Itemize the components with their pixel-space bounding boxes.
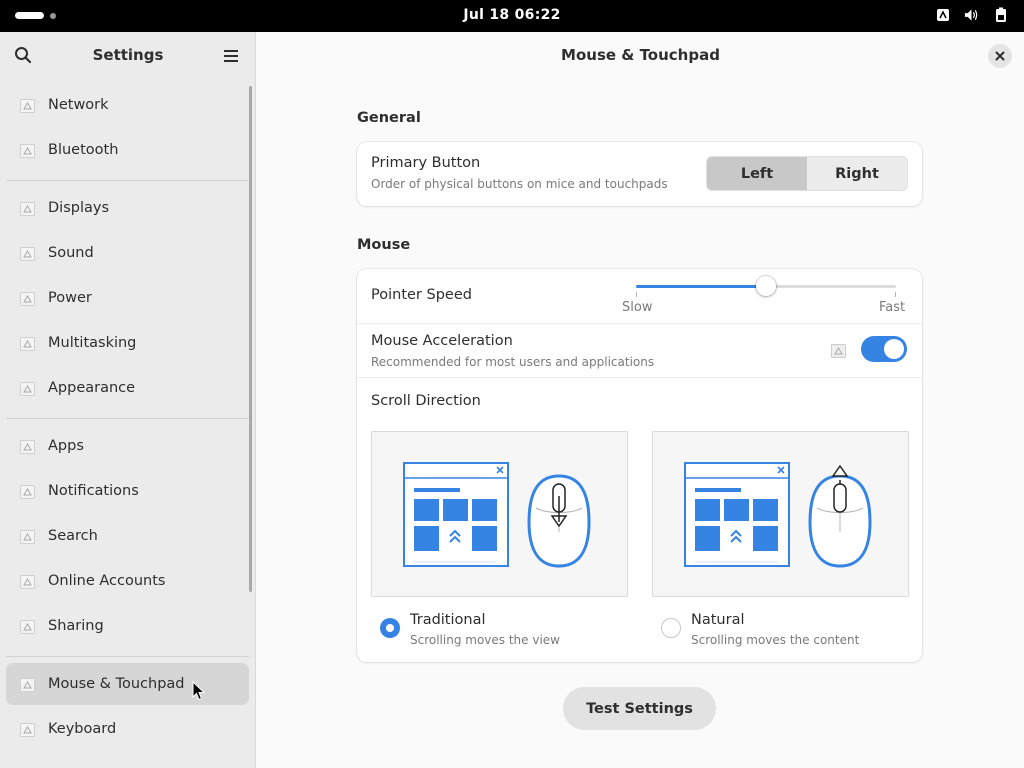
slider-max-label: Fast [879, 300, 906, 315]
sound-icon [20, 246, 35, 261]
general-card: Primary Button Order of physical buttons… [357, 142, 922, 206]
main-panel: Mouse & Touchpad General Primary Button … [257, 32, 1024, 768]
mouse-acceleration-switch[interactable] [861, 336, 907, 362]
sidebar-scrollbar[interactable] [249, 86, 252, 592]
sidebar-item-label: Network [48, 97, 109, 113]
sidebar-item-sharing[interactable]: Sharing [6, 605, 249, 647]
apps-icon [20, 439, 35, 454]
sidebar-item-label: Apps [48, 438, 84, 454]
power-icon [20, 291, 35, 306]
sidebar-item-label: Keyboard [48, 721, 117, 737]
sidebar-item-label: Notifications [48, 483, 139, 499]
info-icon[interactable] [831, 343, 846, 358]
keyboard-icon [20, 722, 35, 737]
pointer-speed-title: Pointer Speed [371, 287, 472, 303]
battery-icon[interactable] [993, 7, 1008, 23]
sidebar-item-online-accounts[interactable]: Online Accounts [6, 560, 249, 602]
accessibility-icon[interactable] [935, 7, 950, 23]
sharing-icon [20, 619, 35, 634]
sidebar-title: Settings [92, 46, 164, 64]
page-title: Mouse & Touchpad [561, 46, 720, 64]
mouse-icon [20, 677, 35, 692]
sidebar-item-notifications[interactable]: Notifications [6, 470, 249, 512]
natural-title: Natural [691, 612, 745, 628]
bluetooth-icon [20, 143, 35, 158]
natural-illustration[interactable] [652, 431, 909, 597]
slider-fill [636, 285, 766, 288]
network-icon [20, 98, 35, 113]
sidebar-item-mouse-touchpad[interactable]: Mouse & Touchpad [6, 663, 249, 705]
system-tray[interactable] [935, 7, 1008, 23]
slider-handle[interactable] [756, 276, 776, 296]
sidebar-item-apps[interactable]: Apps [6, 425, 249, 467]
slider-min-label: Slow [622, 300, 653, 315]
general-heading: General [357, 110, 421, 126]
sidebar-item-displays[interactable]: Displays [6, 187, 249, 229]
traditional-title: Traditional [410, 612, 486, 628]
sidebar-separator [6, 180, 249, 181]
sidebar-item-label: Power [48, 290, 92, 306]
sidebar-item-search[interactable]: Search [6, 515, 249, 557]
natural-subtitle: Scrolling moves the content [691, 633, 860, 647]
sidebar-item-label: Online Accounts [48, 573, 166, 589]
sidebar-item-sound[interactable]: Sound [6, 232, 249, 274]
sidebar-item-keyboard[interactable]: Keyboard [6, 708, 249, 750]
primary-button-left[interactable]: Left [707, 157, 807, 190]
sidebar-header: Settings [0, 32, 255, 78]
test-settings-button[interactable]: Test Settings [563, 687, 716, 730]
mouse-pointer-icon [192, 680, 206, 705]
sidebar-separator [6, 418, 249, 419]
traditional-illustration[interactable] [371, 431, 628, 597]
scroll-direction-title: Scroll Direction [371, 393, 481, 409]
slider-tick-max [895, 292, 896, 297]
slider-tick-min [636, 292, 637, 297]
top-bar: Jul 18 06:22 [0, 0, 1024, 32]
mouse-card: Pointer Speed Slow Fast Mouse Accelerati… [357, 269, 922, 662]
sidebar-item-label: Appearance [48, 380, 136, 396]
sidebar-item-network[interactable]: Network [6, 84, 249, 126]
display-icon [20, 201, 35, 216]
online-accounts-icon [20, 574, 35, 589]
search-icon [20, 529, 35, 544]
multitasking-icon [20, 336, 35, 351]
primary-button-subtitle: Order of physical buttons on mice and to… [371, 177, 668, 191]
close-icon [995, 51, 1005, 61]
mouse-heading: Mouse [357, 237, 411, 253]
sidebar-item-multitasking[interactable]: Multitasking [6, 322, 249, 364]
sidebar-separator [6, 656, 249, 657]
primary-button-right[interactable]: Right [807, 157, 907, 190]
acceleration-row [357, 323, 922, 377]
notifications-icon [20, 484, 35, 499]
sidebar-item-label: Mouse & Touchpad [48, 676, 185, 692]
primary-button-toggle-group: Left Right [706, 156, 908, 191]
traditional-scroll-icon [403, 462, 591, 568]
appearance-icon [20, 381, 35, 396]
sidebar: Settings Network Bluetooth Displays Sound Po… [0, 32, 256, 768]
row-separator [357, 377, 922, 378]
traditional-radio[interactable] [380, 618, 400, 638]
close-button[interactable] [988, 44, 1012, 68]
natural-scroll-icon [684, 462, 872, 568]
sidebar-item-label: Multitasking [48, 335, 137, 351]
primary-button-title: Primary Button [371, 155, 481, 171]
sidebar-item-label: Sound [48, 245, 94, 261]
sidebar-item-label: Bluetooth [48, 142, 119, 158]
traditional-subtitle: Scrolling moves the view [410, 633, 560, 647]
sidebar-item-label: Search [48, 528, 98, 544]
switch-knob [884, 339, 904, 359]
clock[interactable]: Jul 18 06:22 [0, 7, 1024, 23]
sidebar-item-label: Displays [48, 200, 110, 216]
sidebar-item-appearance[interactable]: Appearance [6, 367, 249, 409]
natural-radio[interactable] [661, 618, 681, 638]
hamburger-menu-icon[interactable] [223, 48, 239, 67]
pointer-speed-slider[interactable] [636, 276, 898, 303]
volume-icon[interactable] [964, 7, 979, 23]
sidebar-item-power[interactable]: Power [6, 277, 249, 319]
sidebar-item-label: Sharing [48, 618, 104, 634]
sidebar-item-bluetooth[interactable]: Bluetooth [6, 129, 249, 171]
